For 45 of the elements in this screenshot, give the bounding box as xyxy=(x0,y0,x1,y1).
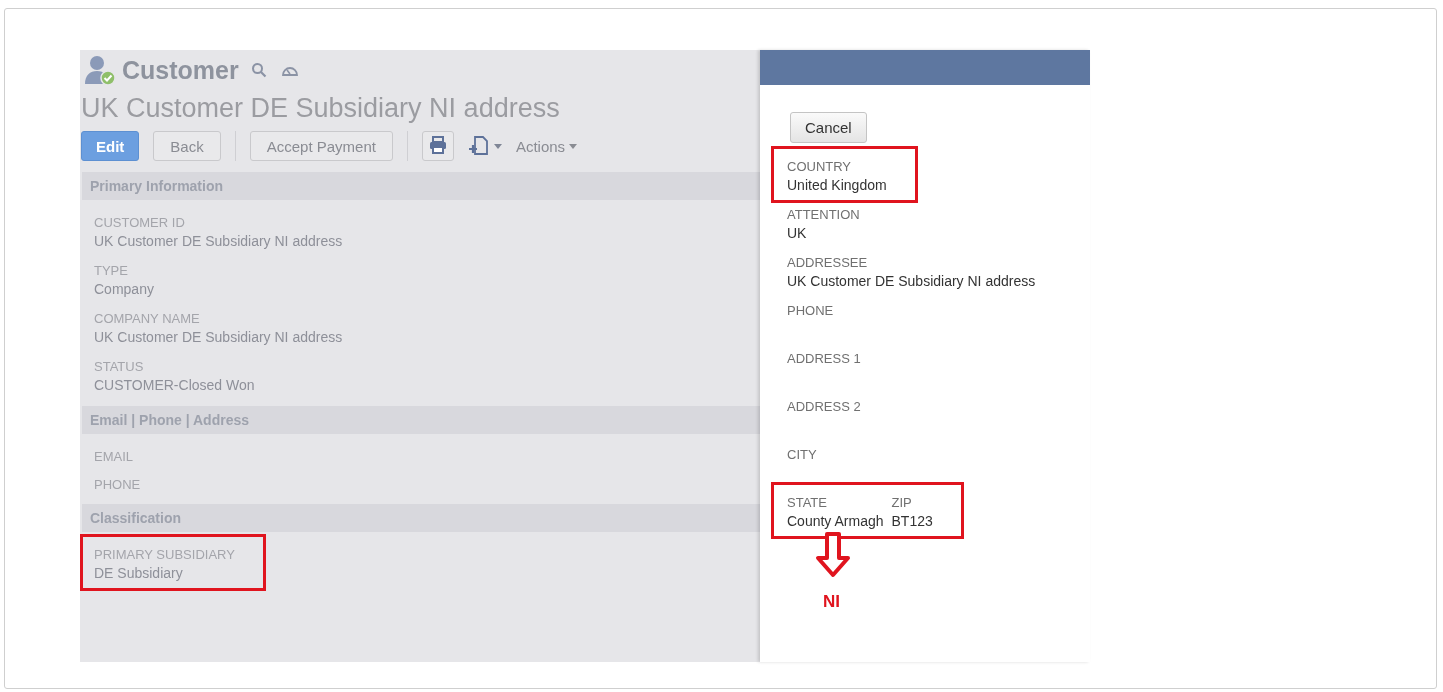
actions-menu[interactable]: Actions xyxy=(515,137,566,155)
field-label: ADDRESSEE xyxy=(787,254,869,271)
field-label: ADDRESS 2 xyxy=(787,398,861,415)
field-label: PHONE xyxy=(94,476,141,493)
field-label: PRIMARY SUBSIDIARY xyxy=(94,546,235,563)
section-header: Classification xyxy=(82,504,760,532)
page-title: Customer xyxy=(122,55,239,85)
field-label: EMAIL xyxy=(94,448,133,465)
new-document-icon xyxy=(467,135,490,157)
field-value: BT123 xyxy=(891,512,933,531)
customer-icon xyxy=(84,54,116,86)
field-label: TYPE xyxy=(94,262,129,279)
cancel-button[interactable]: Cancel xyxy=(790,112,867,143)
field-label: COUNTRY xyxy=(787,158,853,175)
edit-button[interactable]: Edit xyxy=(81,131,140,161)
caret-icon xyxy=(493,143,502,149)
field-label: ATTENTION xyxy=(787,206,860,223)
section-header: Email | Phone | Address xyxy=(82,406,760,434)
annotation-label: NI xyxy=(823,592,840,612)
field-value: UK Customer DE Subsidiary NI address xyxy=(94,232,343,251)
field-value: DE Subsidiary xyxy=(94,564,184,583)
toolbar-button[interactable]: Back xyxy=(153,131,221,161)
field-value: UK Customer DE Subsidiary NI address xyxy=(787,272,1036,291)
field-value: Company xyxy=(94,280,154,299)
field-label: COMPANY NAME xyxy=(94,310,201,327)
section-header: Primary Information xyxy=(82,172,760,200)
search-icon[interactable] xyxy=(250,62,267,78)
field-value: CUSTOMER-Closed Won xyxy=(94,376,255,395)
field-label: CUSTOMER ID xyxy=(94,214,186,231)
field-value: United Kingdom xyxy=(787,176,887,195)
field-value: County Armagh xyxy=(787,512,884,531)
field-label: CITY xyxy=(787,446,817,463)
field-label: STATUS xyxy=(94,358,145,375)
field-label: PHONE xyxy=(787,302,834,319)
print-button[interactable] xyxy=(421,131,454,161)
printer-icon xyxy=(428,135,447,154)
field-value: UK xyxy=(787,224,808,243)
caret-icon xyxy=(569,143,578,149)
field-value: UK Customer DE Subsidiary NI address xyxy=(94,328,343,347)
field-label: ZIP xyxy=(891,494,913,511)
toolbar-button[interactable]: Accept Payment xyxy=(249,131,393,161)
new-document-menu[interactable] xyxy=(467,135,502,157)
record-name: UK Customer DE Subsidiary NI address xyxy=(81,92,561,124)
field-label: ADDRESS 1 xyxy=(787,350,861,367)
field-label: STATE xyxy=(787,494,828,511)
